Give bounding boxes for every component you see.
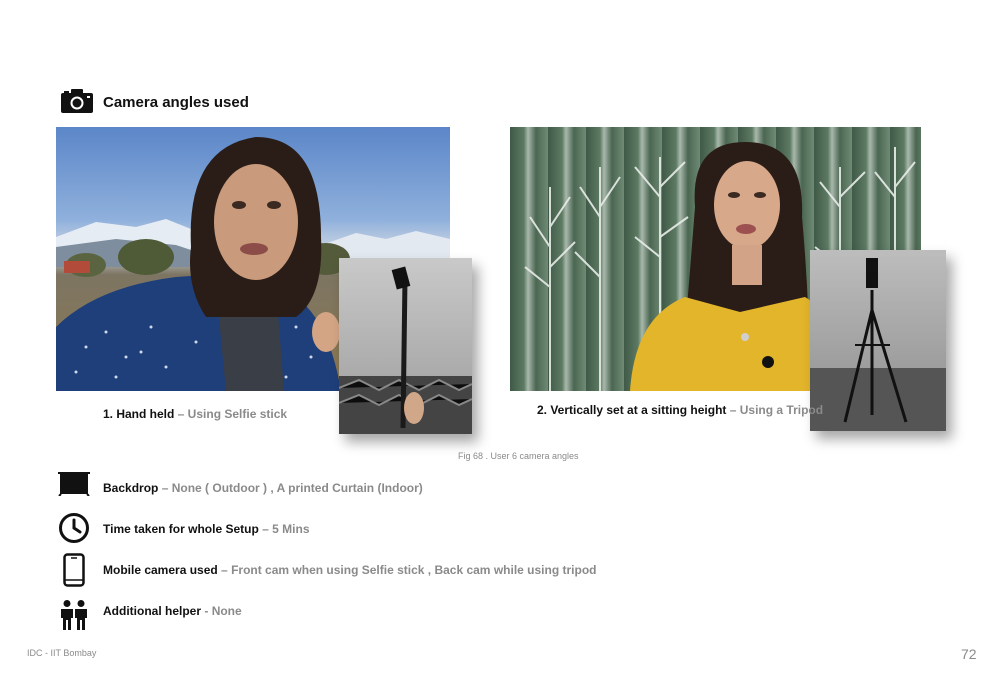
detail-value: Front cam when using Selfie stick , Back… <box>231 563 597 577</box>
selfie-stick-inset <box>339 258 472 434</box>
clock-icon <box>59 513 89 543</box>
caption-tripod: 2. Vertically set at a sitting height – … <box>537 403 823 417</box>
caption-tripod-sub: – Using a Tripod <box>726 403 824 417</box>
detail-setup-time: Time taken for whole Setup – 5 Mins <box>103 522 310 536</box>
detail-mobile-camera: Mobile camera used – Front cam when usin… <box>103 563 596 577</box>
page-number: 72 <box>961 646 977 662</box>
detail-backdrop: Backdrop – None ( Outdoor ) , A printed … <box>103 481 423 495</box>
detail-separator: - <box>201 604 212 618</box>
detail-label: Mobile camera used <box>103 563 218 577</box>
caption-handheld-sub: – Using Selfie stick <box>174 407 288 421</box>
caption-handheld-main: 1. Hand held <box>103 407 175 421</box>
caption-handheld: 1. Hand held – Using Selfie stick <box>103 407 287 421</box>
detail-helper: Additional helper - None <box>103 604 242 618</box>
page-title: Camera angles used <box>103 94 249 111</box>
people-icon <box>61 600 87 630</box>
backdrop-icon <box>58 472 90 496</box>
detail-value: None <box>211 604 242 618</box>
detail-label: Backdrop <box>103 481 159 495</box>
figure-caption: Fig 68 . User 6 camera angles <box>458 451 579 461</box>
caption-tripod-main: 2. Vertically set at a sitting height <box>537 403 727 417</box>
smartphone-icon <box>63 553 85 587</box>
footer-institution: IDC - IIT Bombay <box>27 648 97 658</box>
detail-value: 5 Mins <box>272 522 310 536</box>
detail-label: Additional helper <box>103 604 202 618</box>
detail-separator: – <box>217 563 232 577</box>
camera-icon <box>61 89 93 113</box>
detail-label: Time taken for whole Setup <box>103 522 259 536</box>
detail-separator: – <box>158 481 172 495</box>
detail-value: None ( Outdoor ) , A printed Curtain (In… <box>171 481 423 495</box>
detail-separator: – <box>258 522 273 536</box>
tripod-inset <box>810 250 946 431</box>
